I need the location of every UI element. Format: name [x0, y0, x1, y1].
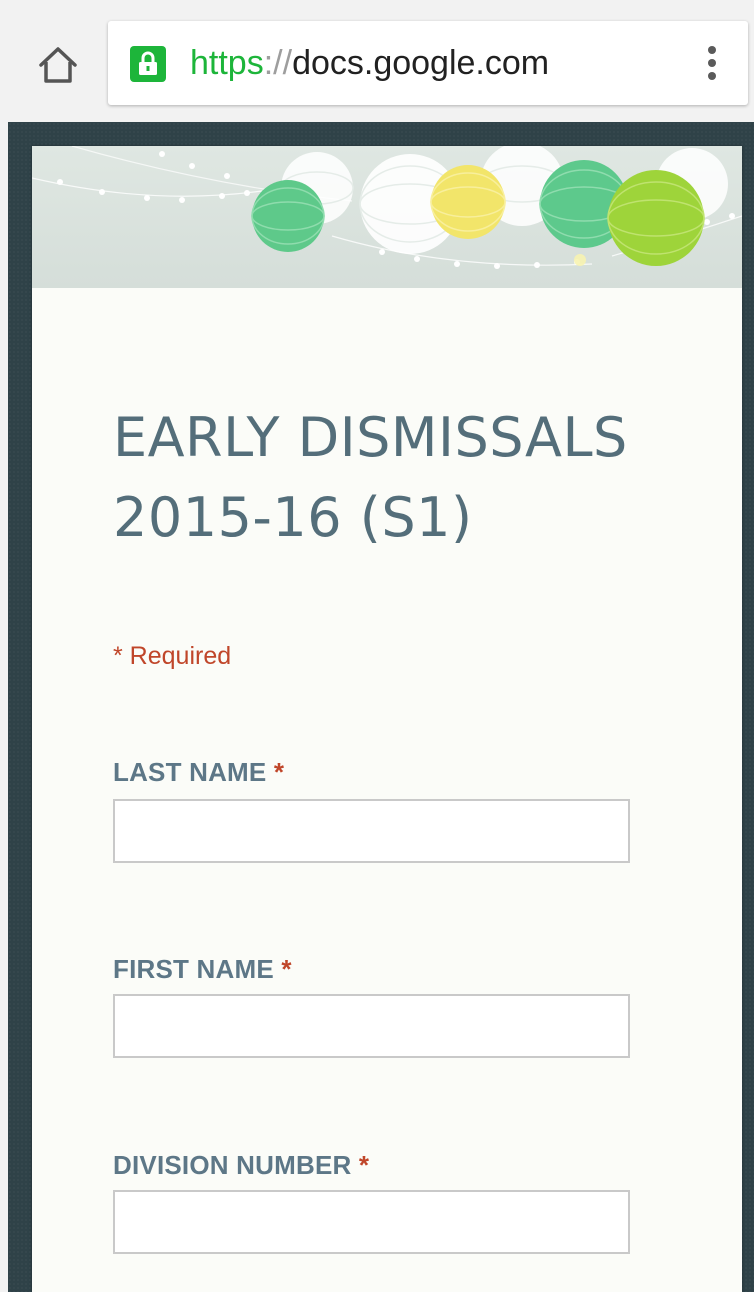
url-host: docs.google.com [292, 44, 550, 82]
paper-lantern-icon [32, 146, 742, 269]
required-asterisk: * [273, 757, 285, 787]
division-number-label: DIVISION NUMBER * [113, 1150, 369, 1181]
required-asterisk: * [281, 954, 292, 984]
first-name-input[interactable] [113, 994, 630, 1058]
required-note: * Required [113, 642, 232, 670]
last-name-label-text: LAST NAME [113, 757, 267, 787]
url-separator: :// [263, 44, 293, 82]
form-title: EARLY DISMISSALS 2015-16 (S1) [113, 406, 628, 549]
home-icon [39, 47, 77, 83]
header-banner [32, 146, 742, 288]
first-name-label: FIRST NAME * [113, 954, 292, 985]
last-name-input[interactable] [113, 799, 630, 863]
last-name-label: LAST NAME * [113, 757, 284, 788]
required-asterisk: * [358, 1150, 370, 1180]
browser-toolbar: https://docs.google.com [0, 0, 754, 122]
division-number-input[interactable] [113, 1190, 630, 1254]
url-text[interactable]: https://docs.google.com [190, 43, 549, 83]
address-bar[interactable]: https://docs.google.com [108, 21, 748, 105]
overflow-menu-icon[interactable] [692, 39, 732, 87]
lock-icon [130, 46, 166, 82]
form-card: EARLY DISMISSALS 2015-16 (S1) * Required… [32, 146, 742, 1292]
url-scheme: https [190, 44, 264, 82]
first-name-label-text: FIRST NAME [113, 954, 274, 984]
home-button[interactable] [34, 41, 82, 89]
division-number-label-text: DIVISION NUMBER [113, 1150, 352, 1180]
